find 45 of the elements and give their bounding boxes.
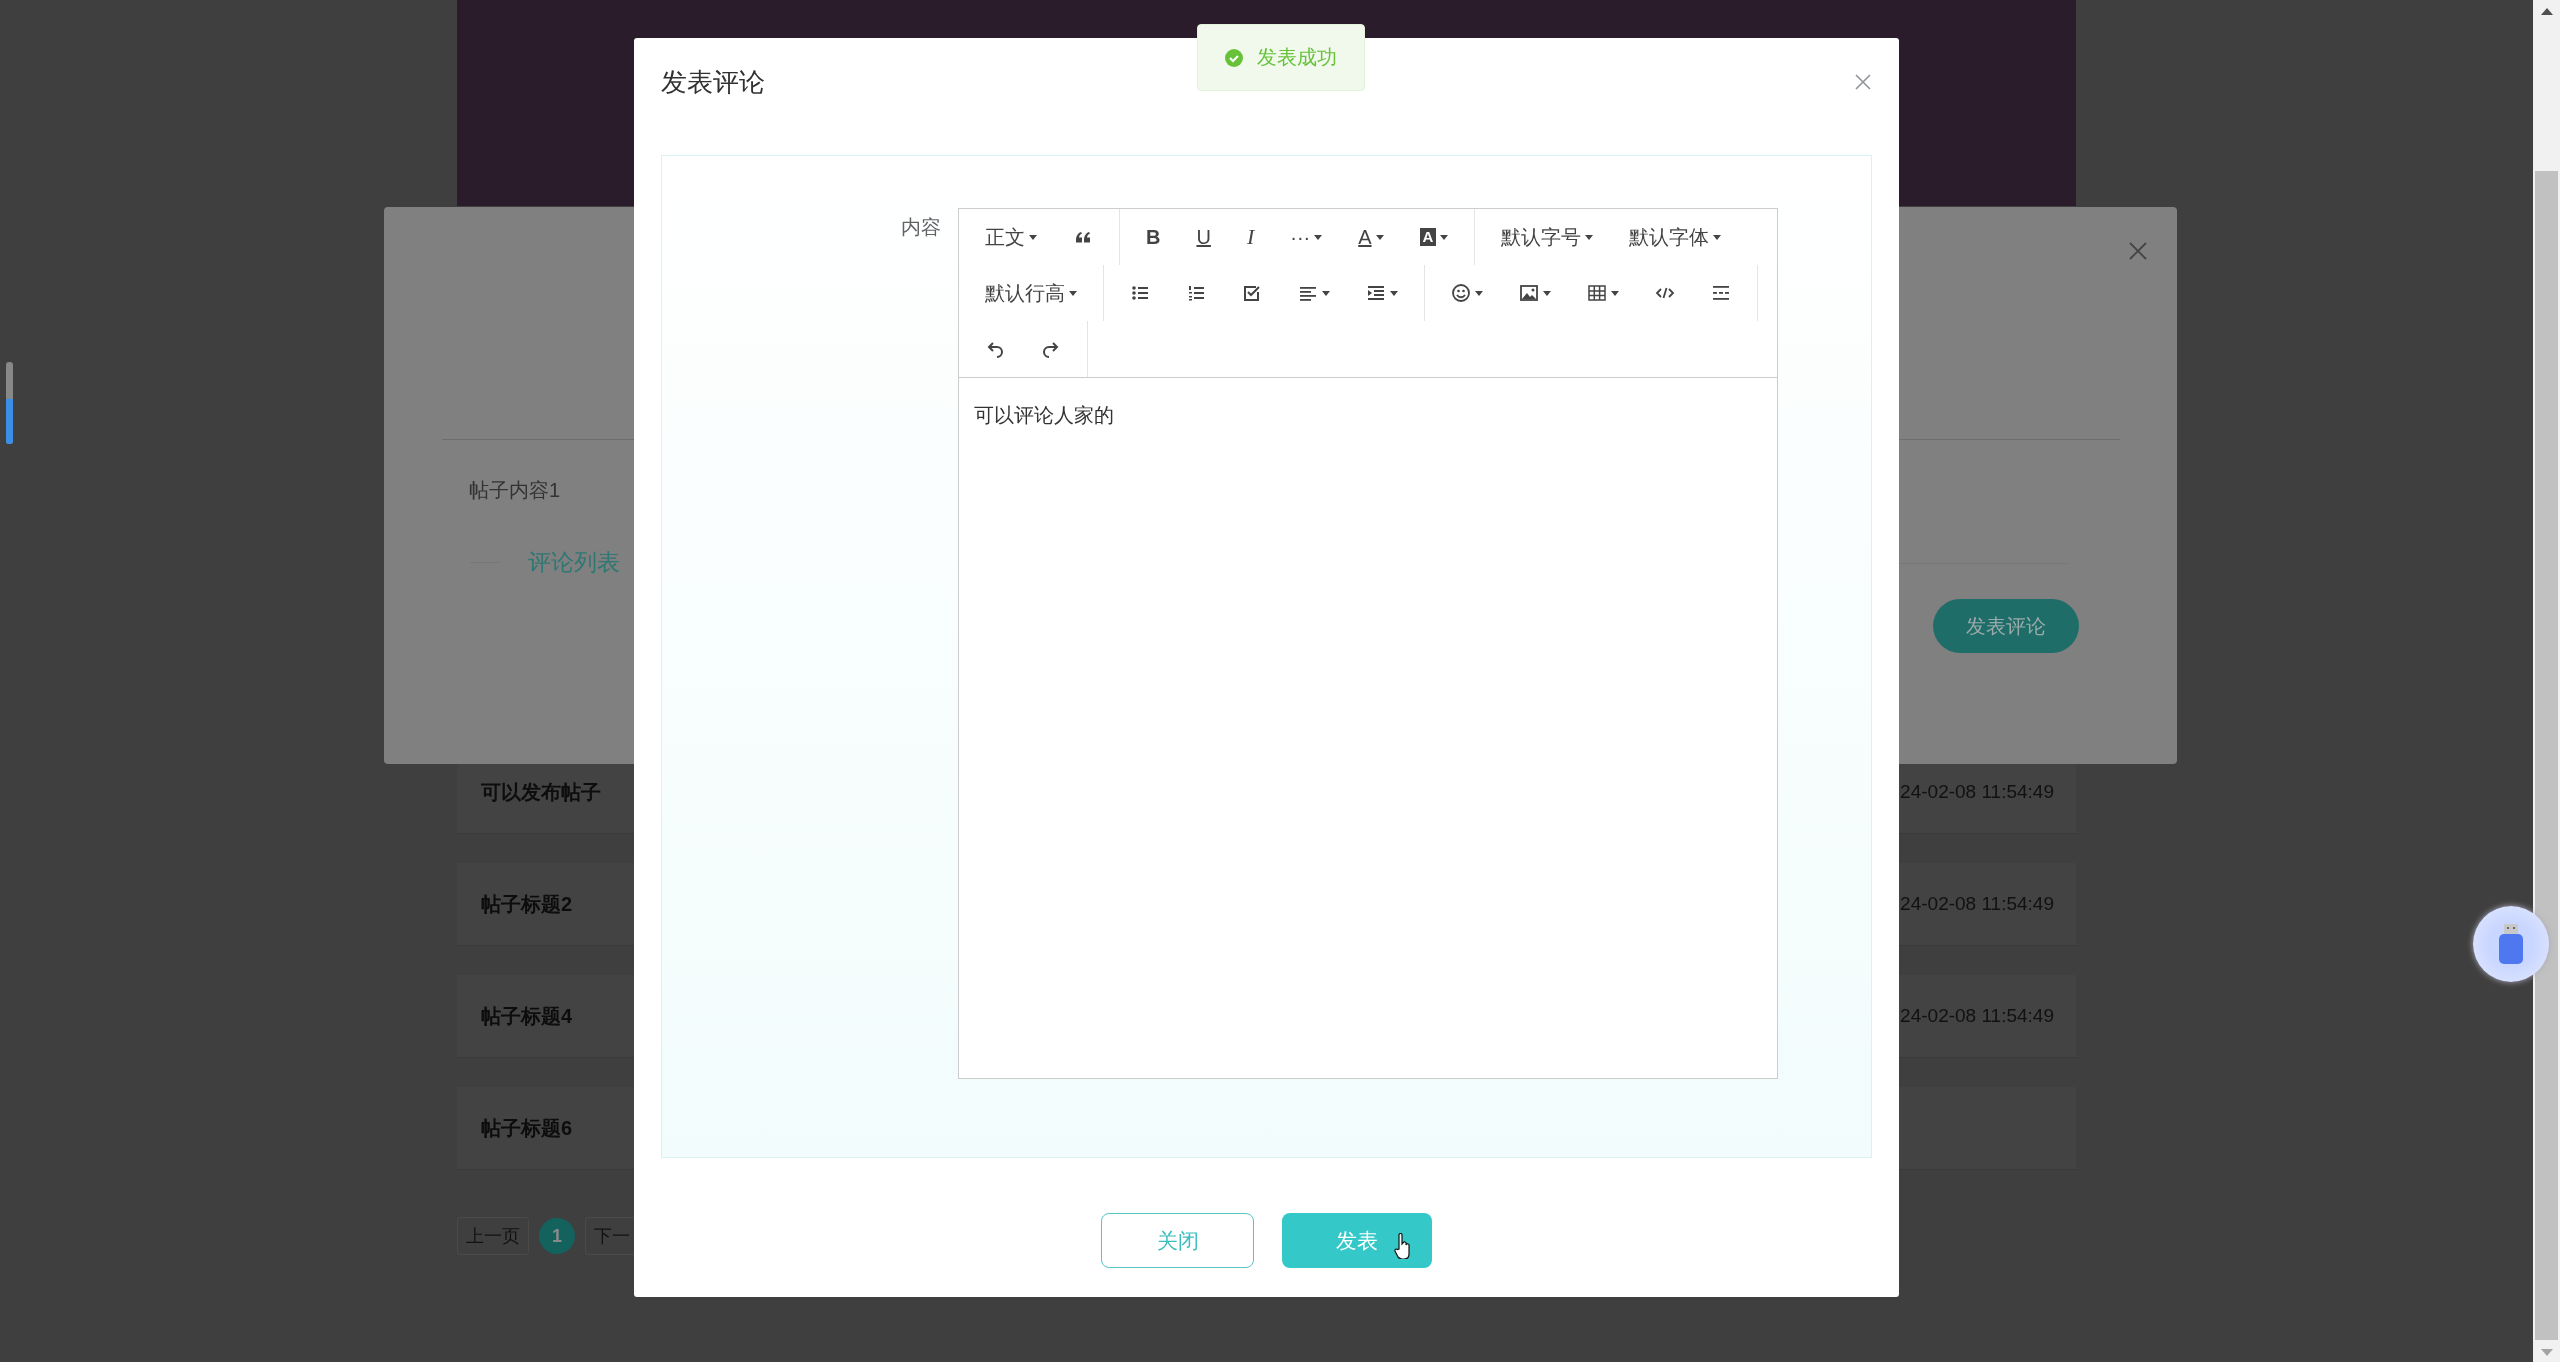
caret-icon bbox=[1440, 234, 1449, 240]
toolbar-dropdown[interactable]: 默认行高 bbox=[967, 273, 1095, 313]
font-color-button[interactable]: A bbox=[1340, 217, 1402, 257]
editor-text: 可以评论人家的 bbox=[974, 404, 1114, 426]
rich-text-editor[interactable]: 正文 B U I ··· A A 默认字号 默认字体 默认行高 可以评论人家的 bbox=[958, 208, 1778, 1079]
caret-icon bbox=[1314, 234, 1323, 240]
caret-icon bbox=[1543, 290, 1551, 296]
caret-icon bbox=[1375, 234, 1384, 240]
pointer-cursor-icon bbox=[1394, 1233, 1412, 1259]
check-circle-icon bbox=[1225, 48, 1243, 67]
toolbar-dropdown[interactable]: 正文 bbox=[967, 217, 1055, 257]
toolbar-dropdown[interactable]: 默认字体 bbox=[1611, 217, 1740, 257]
toolbar-dropdown[interactable]: 默认字号 bbox=[1483, 217, 1612, 257]
close-icon[interactable] bbox=[1855, 74, 1871, 90]
caret-icon bbox=[1390, 290, 1398, 296]
bold-button[interactable]: B bbox=[1128, 217, 1179, 257]
dialog-title: 发表评论 bbox=[661, 65, 765, 99]
caret-icon bbox=[1585, 234, 1594, 240]
caret-icon bbox=[1611, 290, 1619, 296]
caret-icon bbox=[1069, 290, 1077, 296]
image-icon bbox=[1519, 283, 1539, 303]
italic-button[interactable]: I bbox=[1228, 217, 1273, 257]
numbers-icon bbox=[1186, 283, 1206, 303]
scrollbar[interactable] bbox=[2533, 0, 2560, 1362]
more-button[interactable]: ··· bbox=[1272, 217, 1341, 257]
undo-icon bbox=[985, 339, 1005, 359]
close-icon[interactable] bbox=[2129, 242, 2147, 260]
emoji-icon bbox=[1451, 283, 1471, 303]
post-content: 帖子内容1 bbox=[469, 478, 561, 503]
divider-icon bbox=[1711, 283, 1731, 303]
caret-icon bbox=[1322, 290, 1330, 296]
back-color-button[interactable]: A bbox=[1401, 217, 1467, 257]
comments-heading: 评论列表 bbox=[528, 548, 620, 577]
bullets-icon bbox=[1130, 283, 1150, 303]
indent-icon bbox=[1366, 283, 1386, 303]
field-label: 内容 bbox=[901, 216, 941, 238]
caret-icon bbox=[1713, 234, 1722, 240]
usb-drive-icon bbox=[2497, 924, 2525, 964]
caret-icon bbox=[1475, 290, 1483, 296]
toast-message: 发表成功 bbox=[1257, 45, 1337, 70]
underline-button[interactable]: U bbox=[1178, 217, 1229, 257]
table-icon bbox=[1587, 283, 1607, 303]
todo-icon bbox=[1242, 283, 1262, 303]
caret-icon bbox=[1029, 234, 1037, 240]
redo-icon bbox=[1041, 339, 1061, 359]
